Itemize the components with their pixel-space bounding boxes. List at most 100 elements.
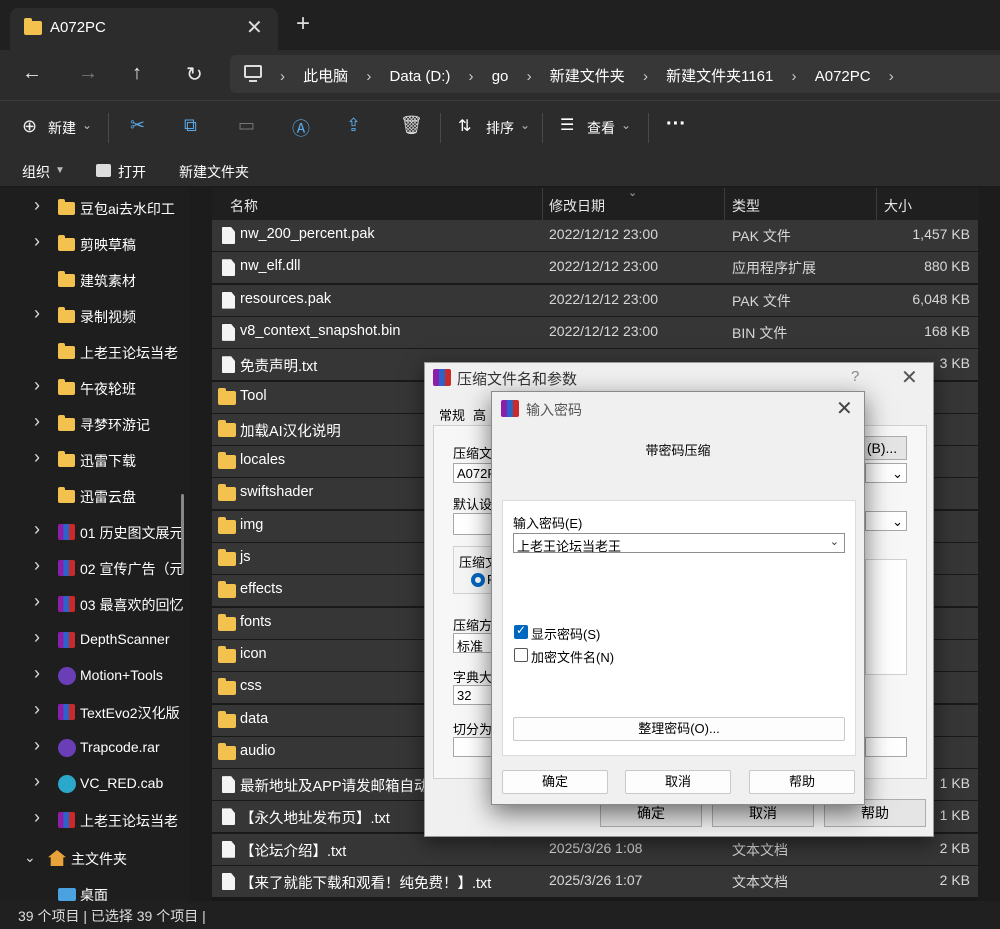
chevron-right-icon[interactable]: › xyxy=(34,447,40,468)
help-question-icon[interactable]: ? xyxy=(851,368,859,385)
sidebar-item[interactable]: › 午夜轮班 xyxy=(0,370,190,406)
sidebar-item[interactable]: › DepthScanner xyxy=(0,622,190,658)
column-header-date[interactable]: 修改日期 xyxy=(549,196,605,216)
sidebar-item[interactable]: › 03 最喜欢的回忆 xyxy=(0,586,190,622)
show-password-checkbox[interactable] xyxy=(514,623,528,639)
chevron-right-icon[interactable]: › xyxy=(792,68,797,85)
table-row[interactable]: resources.pak 2022/12/12 23:00 PAK 文件 6,048… xyxy=(212,284,978,316)
more-options-icon[interactable]: ··· xyxy=(666,113,686,136)
chevron-down-icon[interactable]: ⌄ xyxy=(24,849,36,866)
paste-icon[interactable]: ▭ xyxy=(238,115,255,136)
cancel-button[interactable]: 取消 xyxy=(625,770,731,794)
column-header-size[interactable]: 大小 xyxy=(884,196,912,216)
breadcrumb-item-this-pc[interactable]: 此电脑 xyxy=(303,68,348,85)
chevron-right-icon[interactable]: › xyxy=(469,68,474,85)
rar-format-radio[interactable] xyxy=(471,573,485,587)
refresh-button[interactable]: ↻ xyxy=(186,62,203,87)
chevron-right-icon[interactable]: › xyxy=(527,68,532,85)
up-button[interactable]: ↑ xyxy=(132,62,142,85)
sidebar-item[interactable]: › 录制视频 xyxy=(0,298,190,334)
options-select[interactable]: ⌄ xyxy=(865,511,907,531)
organize-passwords-button[interactable]: 整理密码(O)... xyxy=(513,717,845,741)
sidebar-item[interactable]: 上老王论坛当老 xyxy=(0,334,190,370)
copy-icon[interactable]: ⧉ xyxy=(184,115,197,136)
breadcrumb-item-go[interactable]: go xyxy=(492,68,509,85)
window-tab[interactable]: A072PC ✕ xyxy=(10,8,278,50)
sidebar-item[interactable]: › 寻梦环游记 xyxy=(0,406,190,442)
column-divider[interactable] xyxy=(724,188,725,220)
open-button[interactable]: 打开 xyxy=(118,162,146,182)
organize-button[interactable]: 组织 xyxy=(22,162,50,182)
tab-close-button[interactable]: ✕ xyxy=(246,15,263,40)
column-header-type[interactable]: 类型 xyxy=(732,196,760,216)
sidebar-item[interactable]: 桌面 xyxy=(0,876,190,901)
new-button[interactable]: 新建 xyxy=(48,118,76,138)
chevron-right-icon[interactable]: › xyxy=(34,699,40,720)
chevron-right-icon[interactable]: › xyxy=(643,68,648,85)
chevron-right-icon[interactable]: › xyxy=(34,375,40,396)
chevron-right-icon[interactable]: › xyxy=(889,68,894,85)
chevron-down-icon[interactable]: ⌄ xyxy=(82,118,92,132)
chevron-right-icon[interactable]: › xyxy=(34,807,40,828)
table-row[interactable]: nw_200_percent.pak 2022/12/12 23:00 PAK 文件… xyxy=(212,220,978,251)
chevron-right-icon[interactable]: › xyxy=(34,195,40,216)
chevron-down-icon[interactable]: ⌄ xyxy=(520,118,530,132)
share-icon[interactable]: ⇪ xyxy=(346,115,361,136)
chevron-right-icon[interactable]: › xyxy=(366,68,371,85)
sidebar-item[interactable]: › 迅雷下载 xyxy=(0,442,190,478)
sidebar-item[interactable]: › TextEvo2汉化版 xyxy=(0,694,190,730)
sidebar-item[interactable]: › 豆包ai去水印工 xyxy=(0,190,190,226)
column-divider[interactable] xyxy=(542,188,543,220)
chevron-right-icon[interactable]: › xyxy=(34,627,40,648)
address-bar[interactable]: › 此电脑 › Data (D:) › go › 新建文件夹 › 新建文件夹11… xyxy=(230,55,1000,93)
compression-method-select[interactable]: 标准 xyxy=(453,633,493,653)
cut-icon[interactable]: ✂ xyxy=(130,115,145,136)
sidebar-item[interactable]: › 剪映草稿 xyxy=(0,226,190,262)
breadcrumb-item-current[interactable]: A072PC xyxy=(815,68,871,85)
chevron-right-icon[interactable]: › xyxy=(34,591,40,612)
tab-general[interactable]: 常规 xyxy=(439,405,465,424)
sidebar-scrollbar[interactable] xyxy=(181,494,184,574)
table-row[interactable]: 【论坛介绍】.txt 2025/3/26 1:08 文本文档 2 KB xyxy=(212,833,978,865)
close-icon[interactable]: ✕ xyxy=(901,365,918,390)
encrypt-filenames-label[interactable]: 加密文件名(N) xyxy=(531,647,614,666)
new-folder-button[interactable]: 新建文件夹 xyxy=(179,162,249,182)
sidebar-item[interactable]: › 02 宣传广告（元 xyxy=(0,550,190,586)
chevron-right-icon[interactable]: › xyxy=(34,771,40,792)
set-password-button[interactable] xyxy=(865,737,907,757)
chevron-down-icon[interactable]: ⌄ xyxy=(830,535,839,548)
rename-icon[interactable]: Ⓐ xyxy=(292,115,310,141)
encrypt-filenames-checkbox[interactable] xyxy=(514,648,528,662)
sidebar-item[interactable]: › VC_RED.cab xyxy=(0,766,190,802)
sidebar-item[interactable]: › 上老王论坛当老 xyxy=(0,802,190,838)
sidebar-item[interactable]: › 01 历史图文展元 xyxy=(0,514,190,550)
split-volumes-field[interactable] xyxy=(453,737,493,757)
show-password-label[interactable]: 显示密码(S) xyxy=(531,624,600,643)
delete-icon[interactable]: 🗑 xyxy=(400,115,423,136)
table-row[interactable]: 【来了就能下载和观看！纯免费！】.txt 2025/3/26 1:07 文本文档 2 … xyxy=(212,866,978,897)
chevron-down-icon[interactable]: ⌄ xyxy=(621,118,631,132)
ok-button[interactable]: 确定 xyxy=(502,770,608,794)
column-divider[interactable] xyxy=(876,188,877,220)
chevron-right-icon[interactable]: › xyxy=(34,303,40,324)
column-header-name[interactable]: 名称 xyxy=(230,196,258,216)
dictionary-size-select[interactable]: 32 xyxy=(453,685,493,705)
sidebar-item[interactable]: › Trapcode.rar xyxy=(0,730,190,766)
sidebar-item[interactable]: 迅雷云盘 xyxy=(0,478,190,514)
update-mode-select[interactable]: ⌄ xyxy=(865,463,907,483)
close-icon[interactable]: ✕ xyxy=(836,396,853,421)
chevron-right-icon[interactable]: › xyxy=(34,231,40,252)
sort-button[interactable]: 排序 xyxy=(486,118,514,138)
breadcrumb-item-drive[interactable]: Data (D:) xyxy=(390,68,451,85)
chevron-right-icon[interactable]: › xyxy=(34,555,40,576)
breadcrumb-item-new-folder-1161[interactable]: 新建文件夹1161 xyxy=(666,68,773,85)
sidebar-item[interactable]: › Motion+Tools xyxy=(0,658,190,694)
tab-advanced[interactable]: 高 xyxy=(473,405,486,424)
new-tab-button[interactable]: + xyxy=(296,12,310,36)
table-row[interactable]: nw_elf.dll 2022/12/12 23:00 应用程序扩展 880 KB xyxy=(212,252,978,284)
password-input[interactable]: 上老王论坛当老王 ⌄ xyxy=(513,533,845,554)
breadcrumb-item-new-folder[interactable]: 新建文件夹 xyxy=(550,68,625,85)
forward-button[interactable]: → xyxy=(78,62,98,85)
help-button[interactable]: 帮助 xyxy=(749,770,855,794)
chevron-right-icon[interactable]: › xyxy=(34,411,40,432)
